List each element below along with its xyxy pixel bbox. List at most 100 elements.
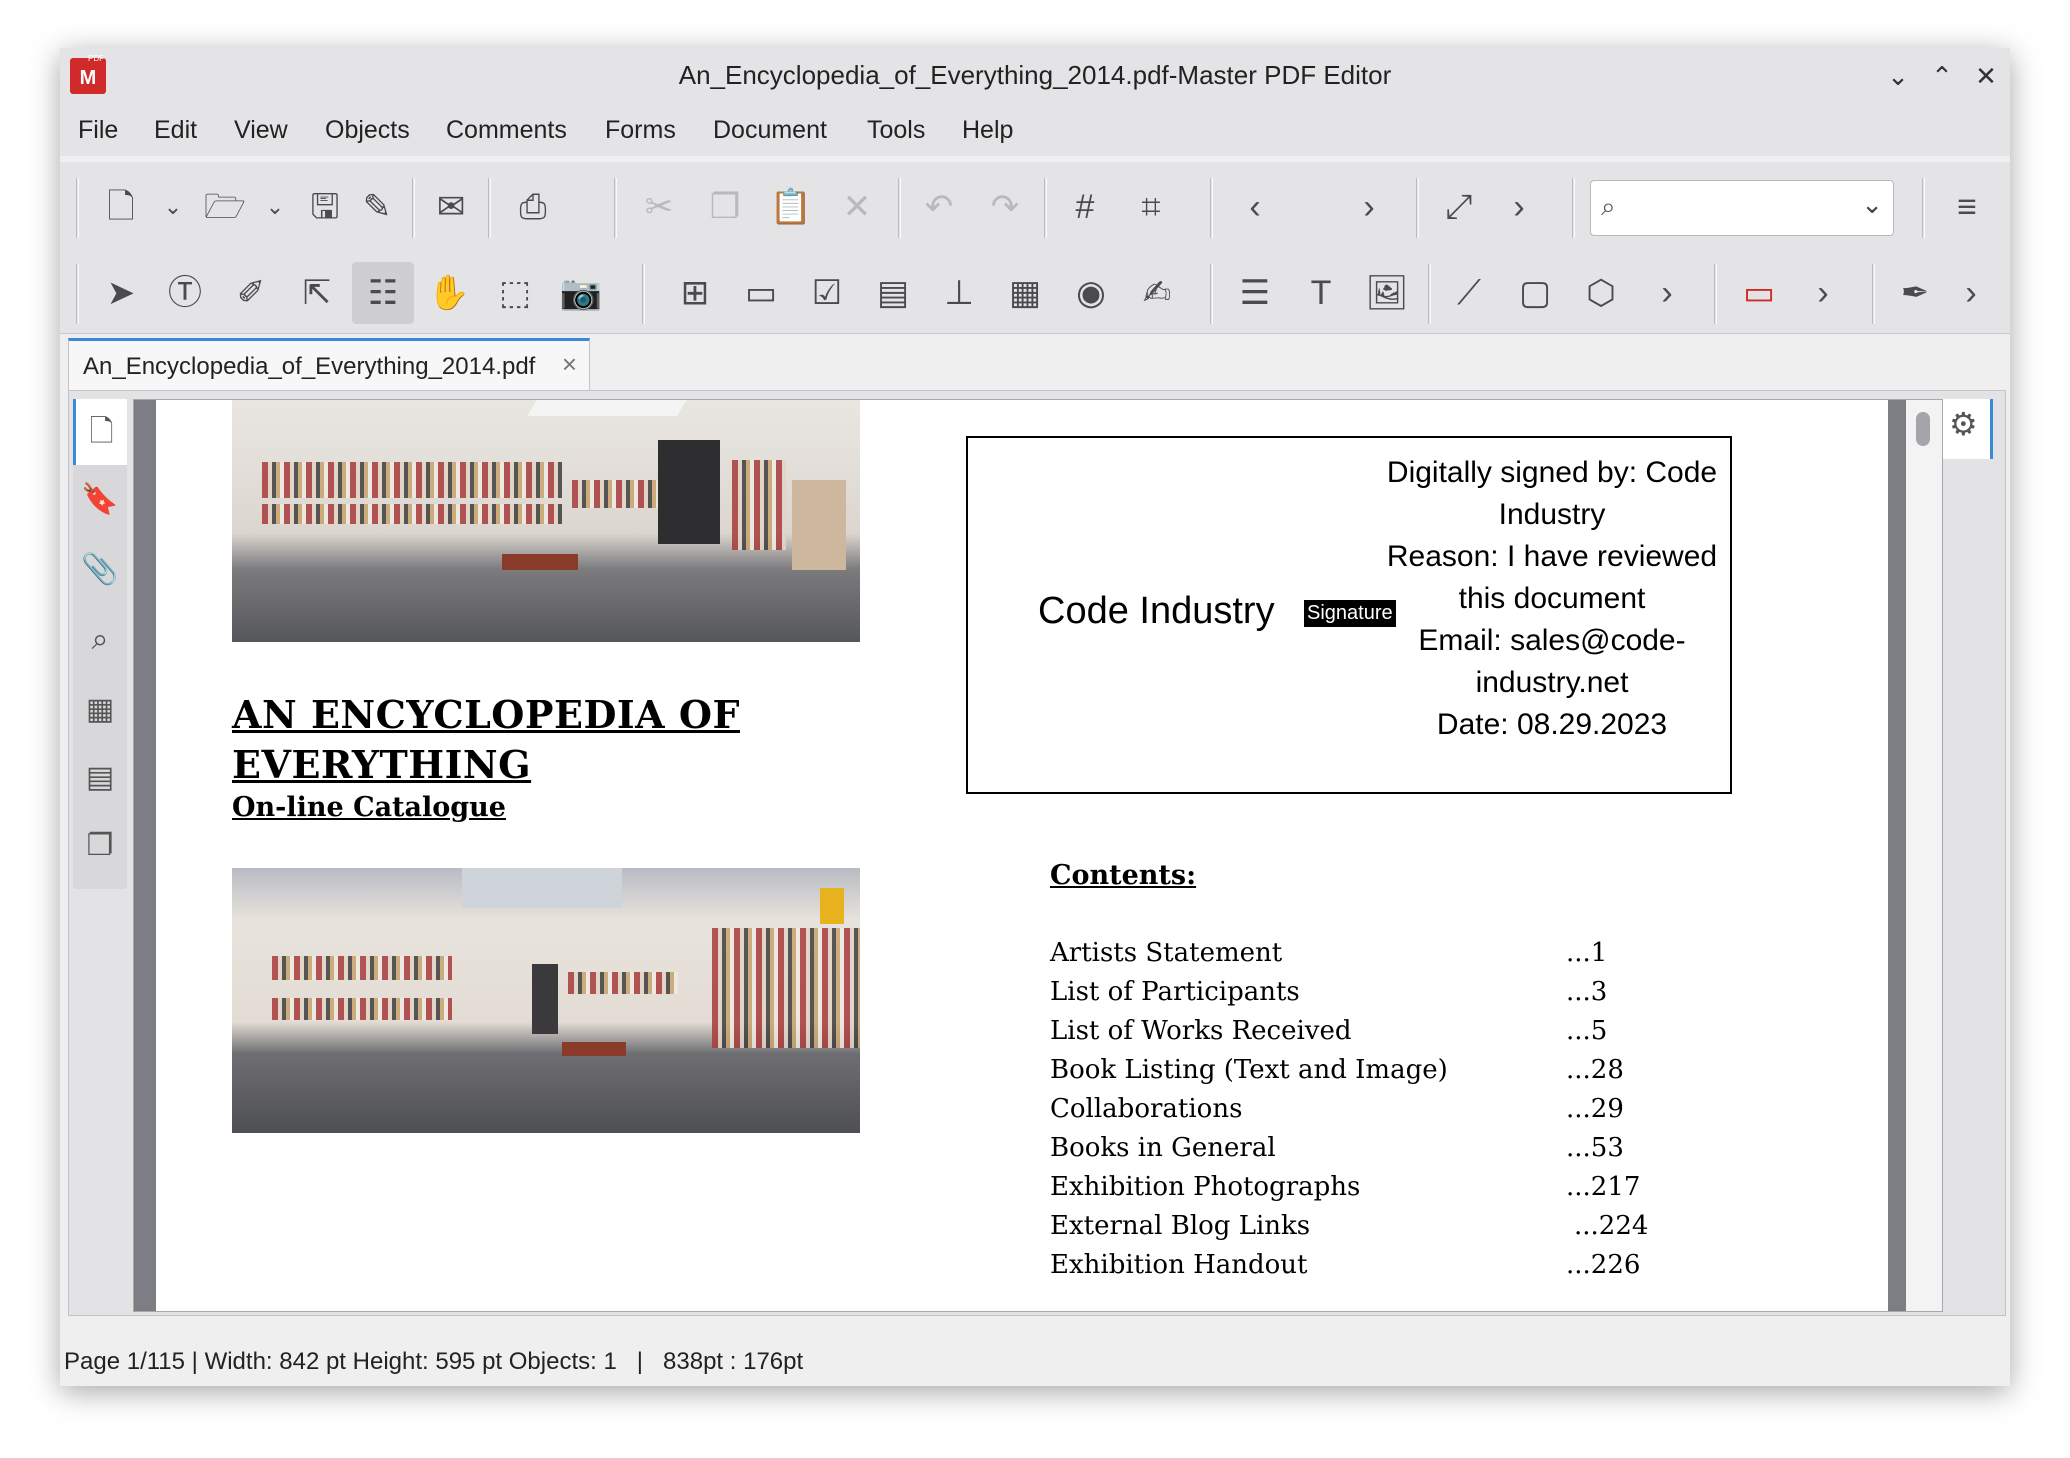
toolbar-separator bbox=[1428, 264, 1431, 324]
pages-panel-icon[interactable]: 🗋 bbox=[73, 399, 127, 465]
save-as-icon[interactable]: ✎ bbox=[350, 180, 404, 234]
menu-edit[interactable]: Edit bbox=[154, 116, 197, 145]
undo-icon[interactable]: ↶ bbox=[912, 180, 966, 234]
save-icon[interactable]: 🖫 bbox=[298, 180, 352, 234]
toolbar-expand-icon[interactable]: › bbox=[1492, 180, 1546, 234]
minimize-button[interactable]: ⌄ bbox=[1878, 58, 1918, 94]
edit-forms-icon[interactable]: ⇱ bbox=[290, 266, 344, 320]
close-window-button[interactable]: ✕ bbox=[1966, 58, 2006, 94]
next-page-icon[interactable]: › bbox=[1342, 180, 1396, 234]
edit-object-icon[interactable]: ✐ bbox=[224, 266, 278, 320]
shapes-expand-icon[interactable]: › bbox=[1640, 266, 1694, 320]
attachments-panel-icon[interactable]: 📎 bbox=[73, 537, 127, 603]
delete-icon[interactable]: ✕ bbox=[830, 180, 884, 234]
toolbar-separator bbox=[488, 178, 491, 238]
snapshot-camera-icon[interactable]: 📷 bbox=[554, 266, 608, 320]
maximize-button[interactable]: ⌃ bbox=[1922, 58, 1962, 94]
vertical-scrollbar[interactable] bbox=[1906, 400, 1942, 1311]
bookmarks-panel-icon[interactable]: 🔖 bbox=[73, 467, 127, 533]
cut-icon[interactable]: ✂ bbox=[632, 180, 686, 234]
menu-view[interactable]: View bbox=[234, 116, 288, 145]
select-arrow-icon[interactable]: ➤ bbox=[94, 266, 148, 320]
toc-page: ...3 bbox=[1566, 977, 1608, 1007]
open-dropdown-icon[interactable]: ⌄ bbox=[260, 180, 290, 234]
snap-grid-icon[interactable]: ⌗ bbox=[1124, 180, 1178, 234]
button-field-icon[interactable]: ▭ bbox=[734, 266, 788, 320]
menu-comments[interactable]: Comments bbox=[446, 116, 567, 145]
menu-forms[interactable]: Forms bbox=[605, 116, 676, 145]
edit-text-icon[interactable]: Ⓣ bbox=[158, 266, 212, 320]
radio-button-icon[interactable]: ◉ bbox=[1064, 266, 1118, 320]
close-tab-icon[interactable]: × bbox=[562, 349, 577, 380]
edit-fields-icon[interactable]: ☷ bbox=[352, 262, 414, 324]
sliders-icon: ⚙ bbox=[1949, 406, 1978, 442]
search-field[interactable]: ⌕ ⌄ bbox=[1590, 180, 1894, 236]
add-text-lines-icon[interactable]: ☰ bbox=[1228, 266, 1282, 320]
text-field-icon[interactable]: ⊞ bbox=[668, 266, 722, 320]
menu-objects[interactable]: Objects bbox=[325, 116, 410, 145]
fit-page-icon[interactable]: ⤢ bbox=[1432, 180, 1486, 234]
marquee-zoom-icon[interactable]: ⬚ bbox=[488, 266, 542, 320]
pages-organizer-icon[interactable]: ❐ bbox=[73, 813, 127, 879]
hand-tool-icon[interactable]: ✋ bbox=[422, 266, 476, 320]
exhibition-photo-top bbox=[232, 400, 860, 642]
document-title: AN ENCYCLOPEDIA OF EVERYTHING bbox=[232, 692, 740, 787]
toc-page: ...53 bbox=[1566, 1133, 1624, 1163]
menu-bar: File Edit View Objects Comments Forms Do… bbox=[60, 106, 2010, 156]
add-comment-icon[interactable]: ▭ bbox=[1732, 266, 1786, 320]
rectangle-tool-icon[interactable]: ▢ bbox=[1508, 266, 1562, 320]
email-icon[interactable]: ✉ bbox=[424, 180, 478, 234]
list-field-icon[interactable]: ▦ bbox=[998, 266, 1052, 320]
toc-row: Books in General ...53 bbox=[1050, 1133, 1670, 1172]
layers-panel-icon[interactable]: ▦ bbox=[73, 677, 127, 743]
copy-icon[interactable]: ❐ bbox=[698, 180, 752, 234]
toolbar-separator bbox=[1714, 264, 1717, 324]
paste-icon[interactable]: 📋 bbox=[764, 180, 818, 234]
menu-help[interactable]: Help bbox=[962, 116, 1013, 145]
signature-field-icon[interactable]: ✍ bbox=[1130, 266, 1184, 320]
line-tool-icon[interactable]: ⟋ bbox=[1442, 266, 1496, 320]
open-folder-icon[interactable]: 🗁 bbox=[198, 180, 252, 234]
menu-document[interactable]: Document bbox=[713, 116, 827, 145]
scrollbar-thumb[interactable] bbox=[1916, 412, 1930, 446]
search-panel-icon[interactable]: ⌕ bbox=[73, 607, 127, 673]
previous-page-icon[interactable]: ‹ bbox=[1228, 180, 1282, 234]
stamp-tool-icon[interactable]: ✒ bbox=[1888, 266, 1942, 320]
polygon-tool-icon[interactable]: ⬡ bbox=[1574, 266, 1628, 320]
grid-icon[interactable]: # bbox=[1058, 180, 1112, 234]
toolbar-separator bbox=[1210, 264, 1213, 324]
tab-label: An_Encyclopedia_of_Everything_2014.pdf bbox=[83, 353, 536, 380]
new-dropdown-icon[interactable]: ⌄ bbox=[158, 180, 188, 234]
document-tab[interactable]: An_Encyclopedia_of_Everything_2014.pdf × bbox=[68, 338, 590, 390]
document-view[interactable]: AN ENCYCLOPEDIA OF EVERYTHING On-line Ca… bbox=[133, 399, 1943, 1312]
comments-expand-icon[interactable]: › bbox=[1796, 266, 1850, 320]
search-dropdown-icon[interactable]: ⌄ bbox=[1861, 189, 1883, 220]
toc-row: Book Listing (Text and Image) ...28 bbox=[1050, 1055, 1670, 1094]
toc-title: Exhibition Handout bbox=[1050, 1250, 1308, 1280]
print-icon[interactable]: ⎙ bbox=[506, 180, 560, 234]
toc-row: Exhibition Photographs ...217 bbox=[1050, 1172, 1670, 1211]
menu-tools[interactable]: Tools bbox=[867, 116, 925, 145]
toc-page: ...224 bbox=[1574, 1211, 1649, 1241]
toc-row: Artists Statement ...1 bbox=[1050, 938, 1670, 977]
more-tools-icon[interactable]: › bbox=[1944, 266, 1998, 320]
combo-box-icon[interactable]: ▤ bbox=[866, 266, 920, 320]
signatures-panel-icon[interactable]: ▤ bbox=[73, 745, 127, 811]
new-document-icon[interactable]: 🗋 bbox=[94, 180, 148, 234]
content-frame: 🗋 🔖 📎 ⌕ ▦ ▤ ❐ AN ENCYCLOPEDIA OF EVERYTH… bbox=[68, 390, 2006, 1316]
toc-page: ...217 bbox=[1566, 1172, 1641, 1202]
pdf-page: AN ENCYCLOPEDIA OF EVERYTHING On-line Ca… bbox=[156, 400, 1888, 1311]
document-subtitle: On-line Catalogue bbox=[232, 792, 506, 823]
properties-panel-toggle[interactable]: ⚙ bbox=[1943, 399, 1993, 459]
menu-file[interactable]: File bbox=[78, 116, 118, 145]
add-image-icon[interactable]: 🖼 bbox=[1360, 266, 1414, 320]
signature-reason: Reason: I have reviewed this document bbox=[1386, 540, 1718, 615]
redo-icon[interactable]: ↷ bbox=[978, 180, 1032, 234]
add-text-icon[interactable]: T bbox=[1294, 266, 1348, 320]
checkbox-field-icon[interactable]: ☑ bbox=[800, 266, 854, 320]
hamburger-menu-icon[interactable]: ≡ bbox=[1940, 180, 1994, 234]
toolbar-separator bbox=[1044, 178, 1047, 238]
digital-signature-box[interactable]: Code Industry Signature Digitally signed… bbox=[966, 436, 1732, 794]
list-box-icon[interactable]: ⊥ bbox=[932, 266, 986, 320]
toc-title: Artists Statement bbox=[1050, 938, 1283, 968]
